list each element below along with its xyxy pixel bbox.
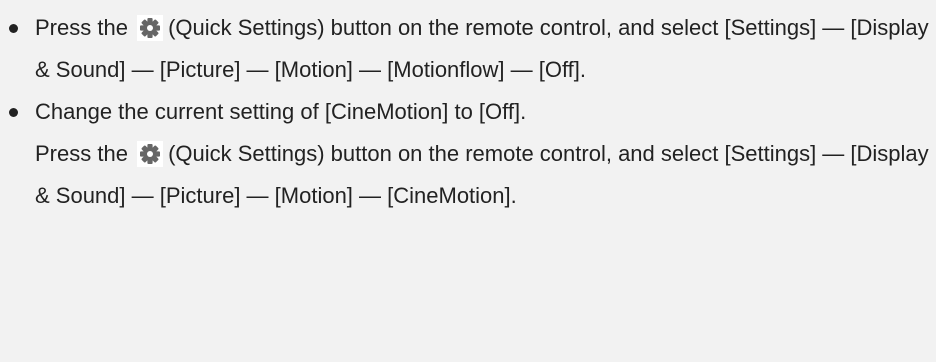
instruction-text: Press the (Quick Settings) button on the… [35, 133, 936, 217]
instruction-text: Change the current setting of [CineMotio… [35, 99, 527, 124]
instruction-text: Press the (Quick Settings) button on the… [35, 7, 936, 91]
text-after-icon: (Quick Settings) button on the remote co… [35, 15, 929, 82]
gear-icon [137, 15, 164, 41]
list-item: Change the current setting of [CineMotio… [0, 91, 936, 217]
text-before-icon: Press the [35, 141, 128, 166]
bullet-dot [9, 108, 18, 117]
gear-icon [137, 141, 164, 167]
text-after-icon: (Quick Settings) button on the remote co… [35, 141, 929, 208]
instruction-list: Press the (Quick Settings) button on the… [0, 0, 936, 217]
bullet-dot [9, 24, 18, 33]
text-before-icon: Press the [35, 15, 128, 40]
list-item: Press the (Quick Settings) button on the… [0, 7, 936, 91]
